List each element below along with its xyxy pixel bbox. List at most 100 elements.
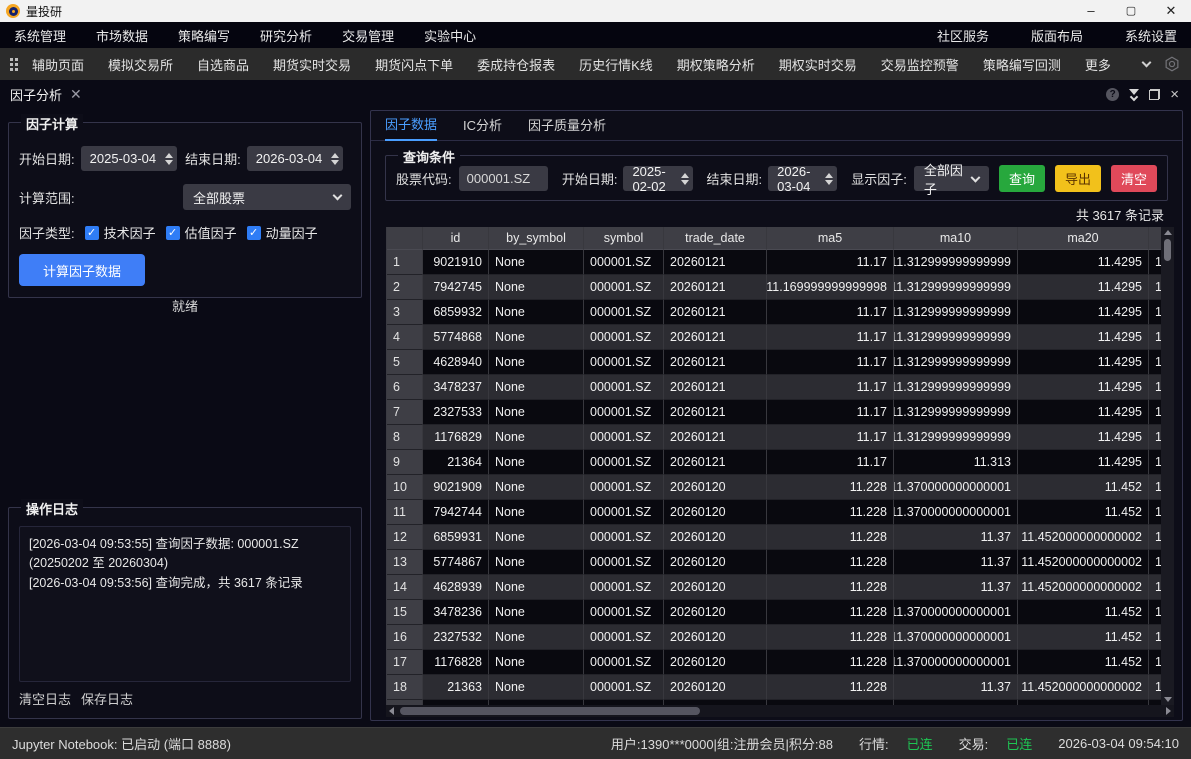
table-row[interactable]: 72327533None000001.SZ2026012111.1711.312…	[387, 400, 1161, 425]
clear-log-link[interactable]: 清空日志	[19, 689, 71, 708]
table-row[interactable]: 126859931None000001.SZ2026012011.22811.3…	[387, 525, 1161, 550]
cell: 20260120	[664, 600, 767, 625]
query-end-date-input[interactable]: 2026-03-04	[768, 166, 837, 191]
symbol-input[interactable]: 000001.SZ	[459, 166, 548, 191]
column-header-symbol[interactable]: symbol	[584, 227, 664, 250]
table-row[interactable]: 109021909None000001.SZ2026012011.22811.3…	[387, 475, 1161, 500]
workspace-tab-3[interactable]: 期货实时交易	[273, 55, 351, 74]
workspace-tab-6[interactable]: 历史行情K线	[579, 55, 653, 74]
doc-tab-factor-analysis[interactable]: 因子分析 ✕	[10, 85, 82, 104]
table-row[interactable]: 135774867None000001.SZ2026012011.22811.3…	[387, 550, 1161, 575]
calc-factor-button[interactable]: 计算因子数据	[19, 254, 145, 286]
settings-gear-icon[interactable]	[1163, 55, 1181, 73]
menu-item-1[interactable]: 市场数据	[96, 29, 148, 44]
workspace-tab-5[interactable]: 委成持仓报表	[477, 55, 555, 74]
table-row[interactable]: 144628939None000001.SZ2026012011.22811.3…	[387, 575, 1161, 600]
date-spinner-icon[interactable]	[825, 173, 833, 185]
panel-tab-2[interactable]: 因子质量分析	[528, 115, 606, 140]
menu-right-item-2[interactable]: 系统设置	[1125, 29, 1177, 44]
menu-item-3[interactable]: 研究分析	[260, 29, 312, 44]
table-row[interactable]: 27942745None000001.SZ2026012111.16999999…	[387, 275, 1161, 300]
start-date-input[interactable]: 2025-03-04	[81, 146, 178, 171]
workspace-tab-2[interactable]: 自选商品	[197, 55, 249, 74]
drag-grip-icon[interactable]	[10, 58, 18, 71]
table-row[interactable]: 45774868None000001.SZ2026012111.1711.312…	[387, 325, 1161, 350]
column-header-blank[interactable]	[387, 227, 423, 250]
query-start-date-input[interactable]: 2025-02-02	[623, 166, 692, 191]
scroll-left-icon[interactable]	[389, 707, 394, 715]
workspace-tab-10[interactable]: 策略编写回测	[983, 55, 1061, 74]
end-date-input[interactable]: 2026-03-04	[247, 146, 344, 171]
scroll-down-icon[interactable]	[1164, 697, 1172, 702]
table-row[interactable]: 81176829None000001.SZ2026012111.1711.312…	[387, 425, 1161, 450]
menu-right-item-1[interactable]: 版面布局	[1031, 29, 1083, 44]
menu-right-item-0[interactable]: 社区服务	[937, 29, 989, 44]
table-row[interactable]: 19021910None000001.SZ2026012111.1711.312…	[387, 250, 1161, 275]
help-icon[interactable]: ?	[1106, 88, 1119, 101]
display-factor-label: 显示因子:	[851, 169, 907, 188]
workspace-tab-1[interactable]: 模拟交易所	[108, 55, 173, 74]
date-spinner-icon[interactable]	[681, 173, 689, 185]
display-factor-dropdown[interactable]: 全部因子	[914, 166, 989, 191]
table-row[interactable]: 63478237None000001.SZ2026012111.1711.312…	[387, 375, 1161, 400]
workspace-tab-11[interactable]: 更多	[1085, 55, 1111, 74]
column-header-ma5[interactable]: ma5	[767, 227, 894, 250]
table-row[interactable]: 1821363None000001.SZ2026012011.22811.371…	[387, 675, 1161, 700]
minimize-button[interactable]: –	[1071, 0, 1111, 22]
cell: 11.313	[894, 450, 1018, 475]
maximize-button[interactable]: ▢	[1111, 0, 1151, 22]
hscroll-thumb[interactable]	[400, 707, 700, 715]
horizontal-scrollbar[interactable]	[386, 705, 1174, 717]
panel-close-icon[interactable]: ×	[1170, 87, 1179, 102]
workspace-tab-7[interactable]: 期权策略分析	[677, 55, 755, 74]
menu-item-5[interactable]: 实验中心	[424, 29, 476, 44]
save-log-link[interactable]: 保存日志	[81, 689, 133, 708]
column-header-id[interactable]: id	[423, 227, 489, 250]
workspace-tab-8[interactable]: 期权实时交易	[779, 55, 857, 74]
table-row[interactable]: 54628940None000001.SZ2026012111.1711.312…	[387, 350, 1161, 375]
workspace-tab-0[interactable]: 辅助页面	[32, 55, 84, 74]
clear-button[interactable]: 清空	[1111, 165, 1157, 192]
workspace-tab-9[interactable]: 交易监控预警	[881, 55, 959, 74]
column-header-blank[interactable]	[1149, 227, 1161, 250]
panel-tab-0[interactable]: 因子数据	[385, 114, 437, 141]
panel-dropdown-icon[interactable]	[1129, 89, 1139, 100]
vscroll-thumb[interactable]	[1164, 239, 1171, 261]
cell: None	[489, 625, 584, 650]
table-row[interactable]: 171176828None000001.SZ2026012011.22811.3…	[387, 650, 1161, 675]
close-button[interactable]: ✕	[1151, 0, 1191, 22]
column-header-by_symbol[interactable]: by_symbol	[489, 227, 584, 250]
panel-tab-1[interactable]: IC分析	[463, 115, 502, 140]
status-bar: Jupyter Notebook: 已启动 (端口 8888) 用户:1390*…	[0, 727, 1191, 759]
column-header-trade_date[interactable]: trade_date	[664, 227, 767, 250]
vertical-scrollbar[interactable]	[1161, 227, 1174, 705]
export-button[interactable]: 导出	[1055, 165, 1101, 192]
restore-window-icon[interactable]	[1149, 89, 1160, 100]
menu-item-4[interactable]: 交易管理	[342, 29, 394, 44]
menu-item-2[interactable]: 策略编写	[178, 29, 230, 44]
more-tabs-chevron-icon[interactable]	[1141, 57, 1151, 67]
table-row[interactable]: 921364None000001.SZ2026012111.1711.31311…	[387, 450, 1161, 475]
date-spinner-icon[interactable]	[165, 153, 173, 165]
data-table[interactable]: idby_symbolsymboltrade_datema5ma10ma2019…	[386, 227, 1161, 705]
checkbox-factor-type-0[interactable]: ✓	[85, 226, 99, 240]
table-row[interactable]: 117942744None000001.SZ2026012011.22811.3…	[387, 500, 1161, 525]
scroll-right-icon[interactable]	[1166, 707, 1171, 715]
scroll-up-icon[interactable]	[1164, 230, 1172, 235]
checkbox-factor-type-1[interactable]: ✓	[166, 226, 180, 240]
date-spinner-icon[interactable]	[331, 153, 339, 165]
query-button[interactable]: 查询	[999, 165, 1045, 192]
table-row[interactable]: 162327532None000001.SZ2026012011.22811.3…	[387, 625, 1161, 650]
scope-dropdown[interactable]: 全部股票	[183, 184, 351, 210]
log-output[interactable]: [2026-03-04 09:53:55] 查询因子数据: 000001.SZ …	[19, 526, 351, 682]
left-panel: 因子计算 开始日期: 2025-03-04 结束日期: 2026-03-04 计…	[8, 108, 362, 727]
checkbox-factor-type-2[interactable]: ✓	[247, 226, 261, 240]
doc-tab-close-icon[interactable]: ✕	[70, 87, 82, 101]
menu-item-0[interactable]: 系统管理	[14, 29, 66, 44]
factor-data-panel: 因子数据IC分析因子质量分析 查询条件 股票代码: 000001.SZ 开始日期…	[370, 110, 1183, 721]
column-header-ma10[interactable]: ma10	[894, 227, 1018, 250]
table-row[interactable]: 153478236None000001.SZ2026012011.22811.3…	[387, 600, 1161, 625]
workspace-tab-4[interactable]: 期货闪点下单	[375, 55, 453, 74]
column-header-ma20[interactable]: ma20	[1018, 227, 1149, 250]
table-row[interactable]: 36859932None000001.SZ2026012111.1711.312…	[387, 300, 1161, 325]
